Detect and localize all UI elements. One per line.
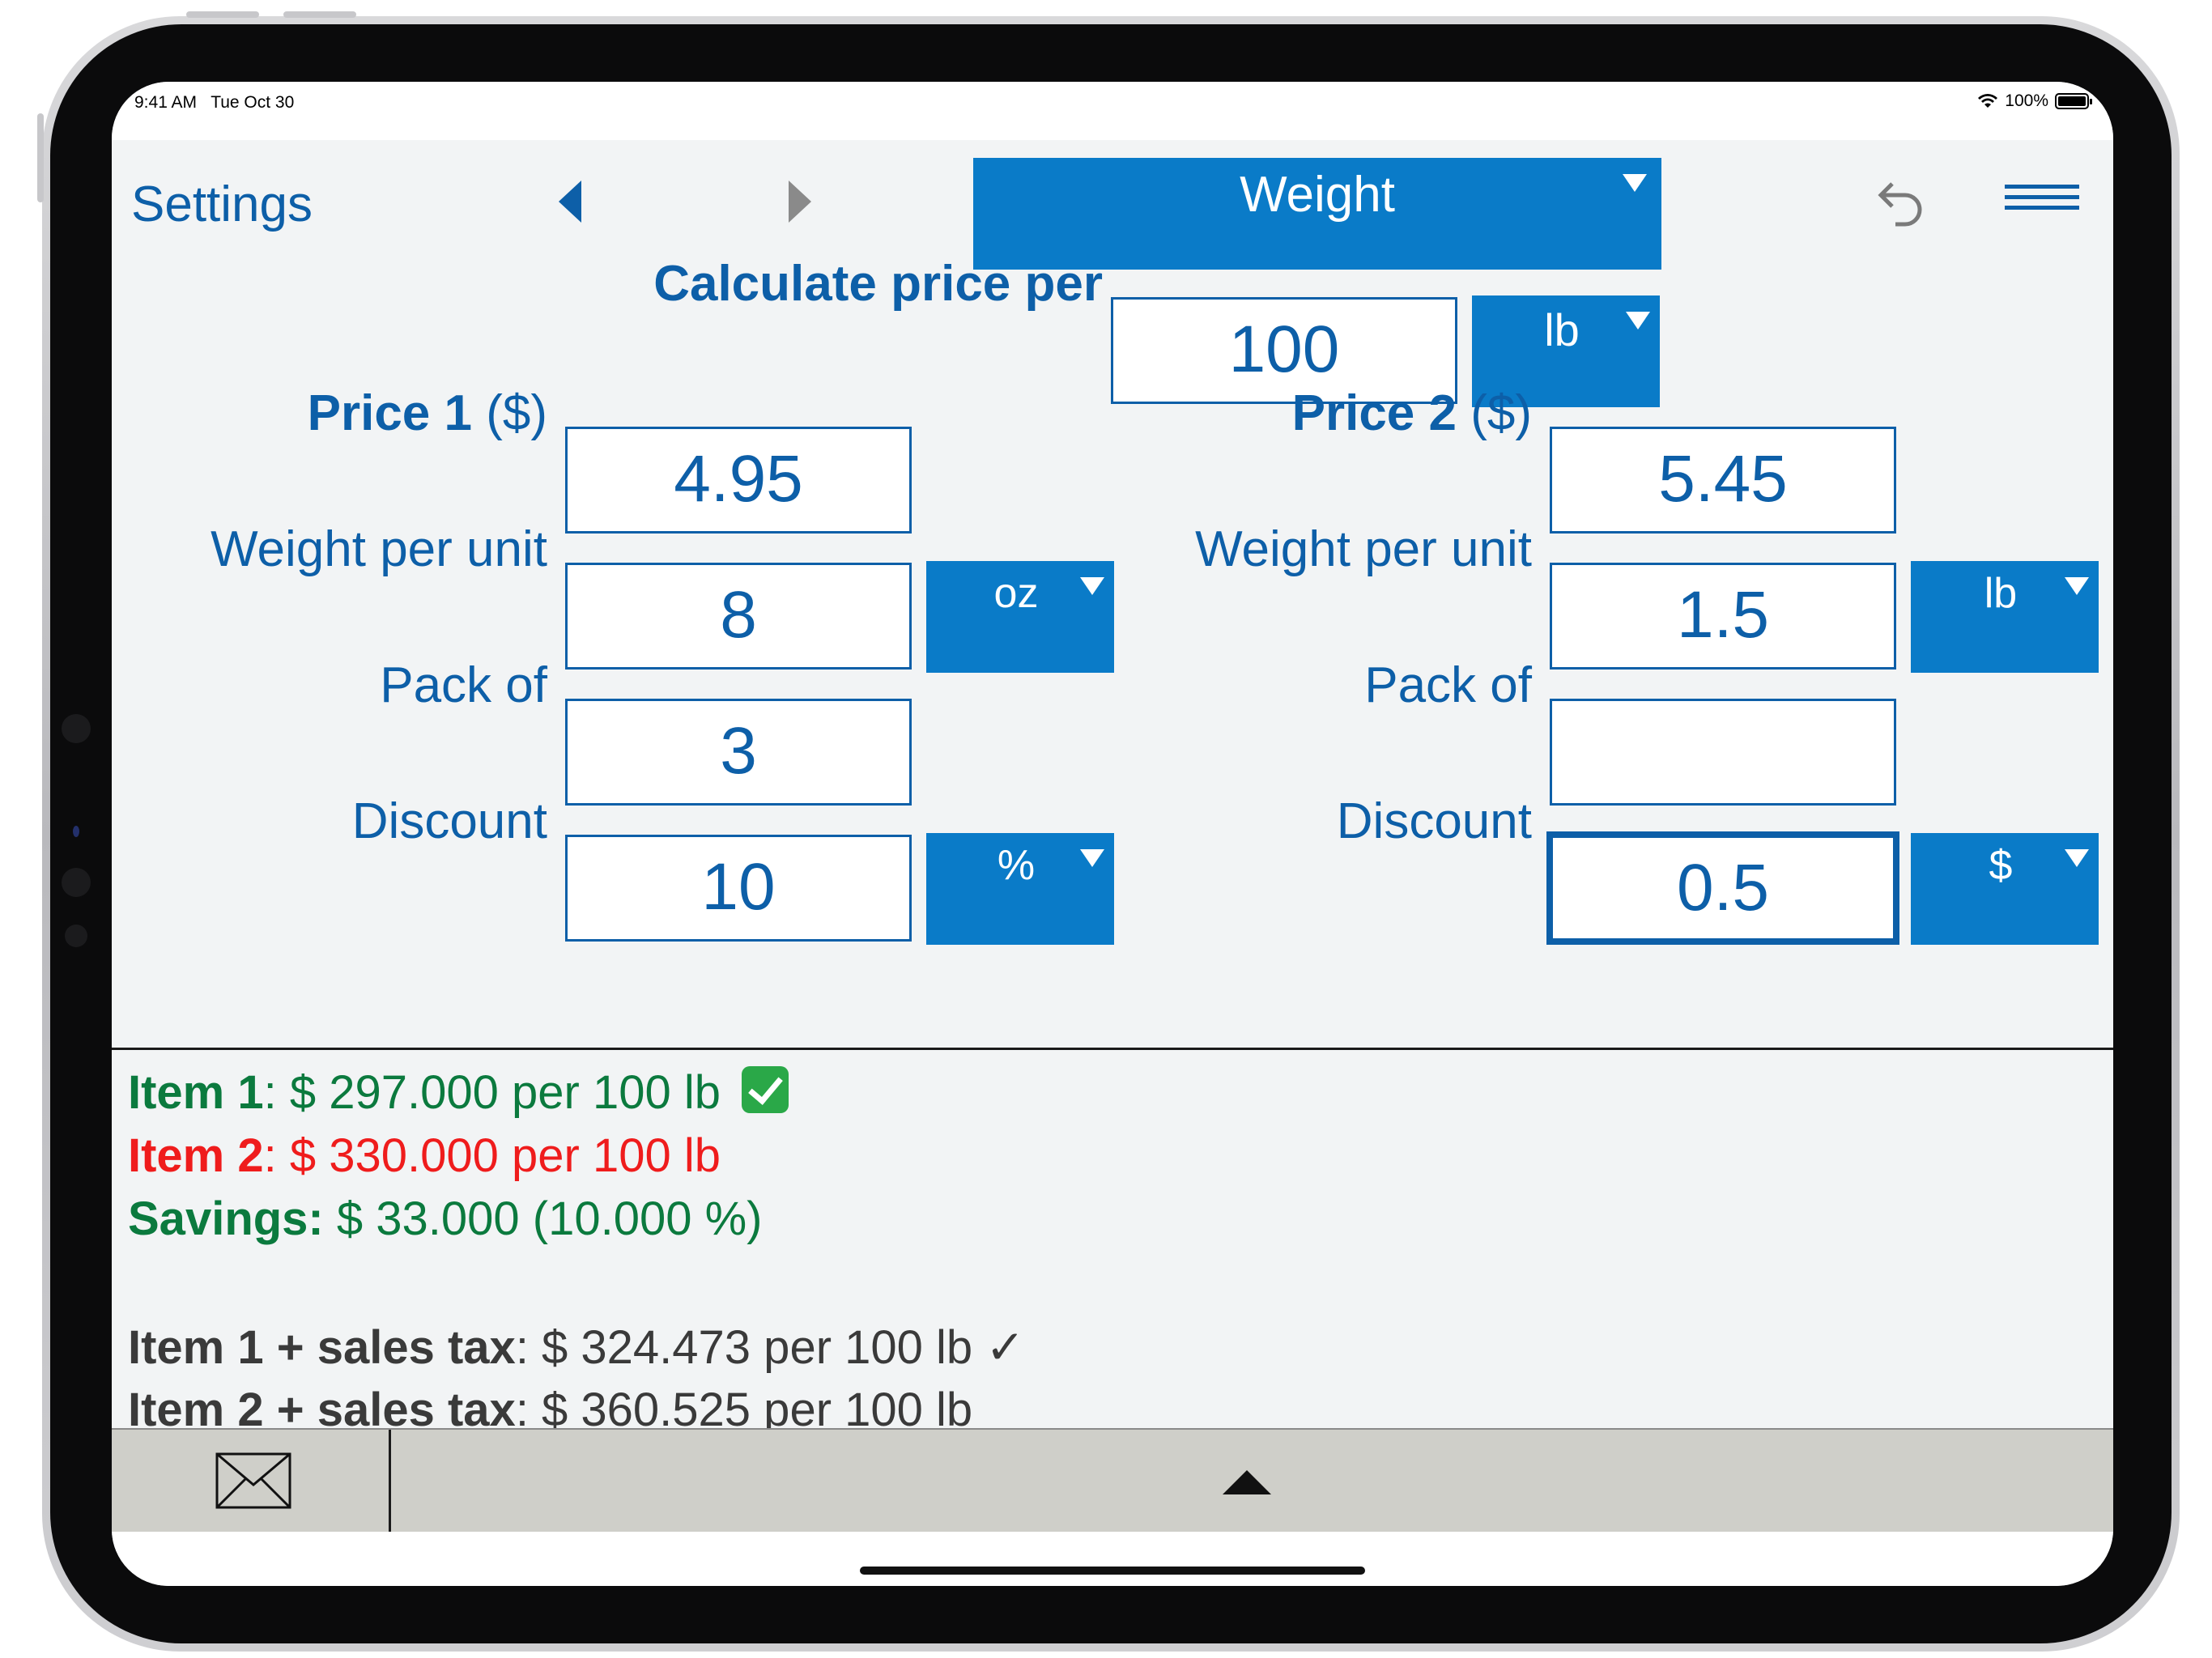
triangle-up-icon[interactable] bbox=[1223, 1470, 1271, 1494]
price1-label-unit: ($) bbox=[472, 385, 547, 441]
discount1-unit-dropdown[interactable]: % bbox=[926, 833, 1114, 945]
dropdown-arrow-icon bbox=[1626, 312, 1650, 329]
price2-label-bold: Price 2 bbox=[1291, 385, 1457, 441]
weight2-field[interactable]: 1.5 bbox=[1550, 563, 1896, 670]
dropdown-arrow-icon bbox=[1080, 849, 1104, 867]
result-item1-tax-label: Item 1 + sales tax bbox=[128, 1321, 516, 1374]
result-item2-value: : $ 330.000 per 100 lb bbox=[263, 1129, 721, 1182]
settings-button[interactable]: Settings bbox=[131, 176, 313, 233]
results-divider bbox=[112, 1048, 2113, 1050]
result-item1-tax-value: : $ 324.473 per 100 lb ✓ bbox=[515, 1321, 1025, 1374]
check-mark-icon bbox=[742, 1066, 789, 1113]
price1-label-bold: Price 1 bbox=[307, 385, 472, 441]
envelope-icon[interactable] bbox=[215, 1452, 291, 1509]
pack1-label: Pack of bbox=[380, 657, 547, 713]
home-area bbox=[112, 1532, 2113, 1586]
result-item1-label: Item 1 bbox=[128, 1066, 264, 1119]
calc-label: Calculate price per bbox=[653, 256, 1103, 312]
chevron-left-icon[interactable] bbox=[555, 177, 588, 226]
category-dropdown[interactable]: Weight bbox=[973, 158, 1661, 270]
side-button bbox=[37, 113, 44, 202]
price2-label: Price 2 ($) bbox=[1292, 385, 1532, 442]
result-item2-label: Item 2 bbox=[128, 1129, 264, 1182]
camera-dot-1 bbox=[62, 714, 91, 743]
discount1-field[interactable]: 10 bbox=[565, 835, 912, 942]
dropdown-arrow-icon bbox=[1080, 577, 1104, 595]
dropdown-arrow-icon bbox=[1623, 174, 1647, 192]
discount2-field[interactable]: 0.5 bbox=[1546, 831, 1899, 945]
price1-label: Price 1 ($) bbox=[308, 385, 547, 442]
result-savings-value: $ 33.000 (10.000 %) bbox=[323, 1192, 763, 1245]
discount2-unit-dropdown[interactable]: $ bbox=[1911, 833, 2099, 945]
pack1-field[interactable]: 3 bbox=[565, 699, 912, 806]
hamburger-menu-icon[interactable] bbox=[2005, 185, 2079, 214]
result-savings-label: Savings: bbox=[128, 1192, 324, 1245]
bottom-toolbar bbox=[112, 1428, 2113, 1533]
battery-icon bbox=[2055, 93, 2092, 109]
result-savings: Savings: $ 33.000 (10.000 %) bbox=[128, 1192, 762, 1246]
undo-icon[interactable] bbox=[1865, 171, 1929, 236]
status-bar: 9:41 AM Tue Oct 30 100% bbox=[112, 82, 2113, 140]
pack2-field[interactable] bbox=[1550, 699, 1896, 806]
top-button-right bbox=[283, 11, 356, 18]
result-item2: Item 2: $ 330.000 per 100 lb bbox=[128, 1129, 721, 1183]
weight1-label: Weight per unit bbox=[211, 521, 547, 577]
discount1-label: Discount bbox=[351, 793, 547, 849]
status-date: Tue Oct 30 bbox=[211, 93, 295, 112]
price2-label-unit: ($) bbox=[1457, 385, 1532, 441]
camera-dot-3 bbox=[62, 868, 91, 897]
category-value: Weight bbox=[1240, 167, 1395, 223]
weight1-field[interactable]: 8 bbox=[565, 563, 912, 670]
status-time: 9:41 AM Tue Oct 30 bbox=[134, 93, 294, 113]
weight2-unit-dropdown[interactable]: lb bbox=[1911, 561, 2099, 673]
top-button-left bbox=[186, 11, 259, 18]
result-item1-value: : $ 297.000 per 100 lb bbox=[263, 1066, 721, 1119]
camera-dot-4 bbox=[65, 925, 87, 947]
camera-dot-2 bbox=[73, 826, 79, 837]
result-item1-tax: Item 1 + sales tax: $ 324.473 per 100 lb… bbox=[128, 1320, 1025, 1375]
pack2-label: Pack of bbox=[1364, 657, 1532, 713]
chevron-right-icon[interactable] bbox=[782, 177, 815, 226]
status-indicators: 100% bbox=[1977, 91, 2092, 111]
weight2-label: Weight per unit bbox=[1195, 521, 1532, 577]
weight1-unit-dropdown[interactable]: oz bbox=[926, 561, 1114, 673]
toolbar-separator bbox=[389, 1430, 391, 1533]
price2-field[interactable]: 5.45 bbox=[1550, 427, 1896, 534]
dropdown-arrow-icon bbox=[2065, 849, 2089, 867]
battery-percent: 100% bbox=[2005, 91, 2048, 110]
dropdown-arrow-icon bbox=[2065, 577, 2089, 595]
wifi-icon bbox=[1978, 94, 1998, 108]
status-clock: 9:41 AM bbox=[134, 93, 198, 112]
result-item1: Item 1: $ 297.000 per 100 lb bbox=[128, 1065, 789, 1120]
price1-field[interactable]: 4.95 bbox=[565, 427, 912, 534]
discount2-label: Discount bbox=[1336, 793, 1532, 849]
app-screen: 9:41 AM Tue Oct 30 100% Settings Weight bbox=[112, 82, 2113, 1586]
home-indicator[interactable] bbox=[860, 1567, 1365, 1575]
